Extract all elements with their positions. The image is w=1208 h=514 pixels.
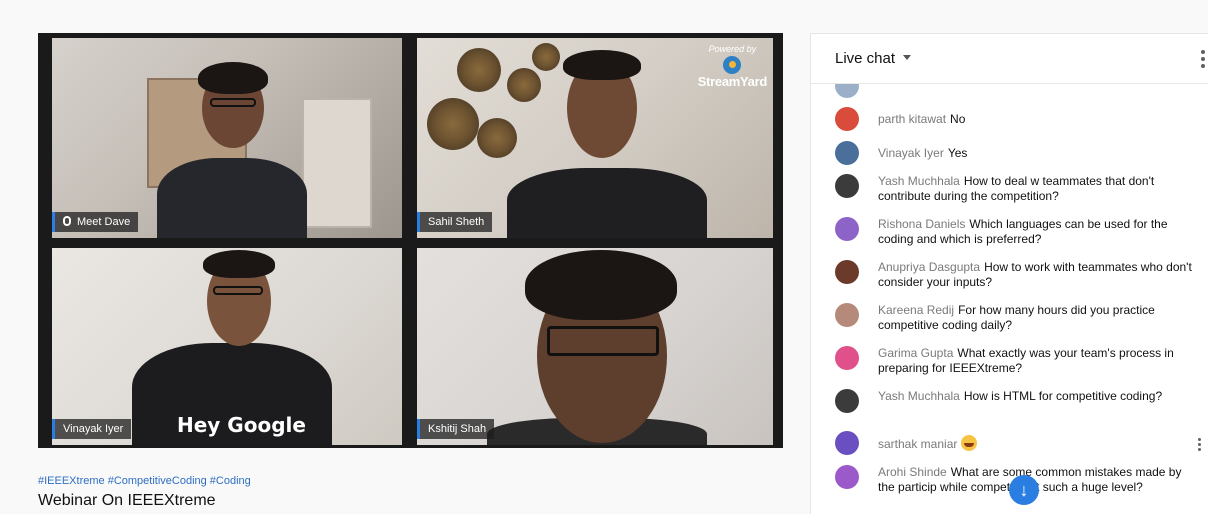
glasses	[547, 326, 659, 356]
video-tile-sahil-sheth: Powered by StreamYard Sahil Sheth	[417, 38, 773, 238]
wall-decor	[477, 118, 517, 158]
message-author[interactable]: Yash Muchhala	[878, 389, 960, 403]
wall-decor	[507, 68, 541, 102]
background-wardrobe	[302, 98, 372, 228]
video-tile-meet-dave: Meet Dave	[52, 38, 402, 238]
person-body	[157, 158, 307, 238]
video-hashtags[interactable]: #IEEEXtreme #CompetitiveCoding #Coding	[38, 475, 251, 487]
glasses	[213, 286, 263, 295]
video-title: Webinar On IEEEXtreme	[38, 492, 216, 509]
name-tag: Meet Dave	[52, 212, 139, 232]
wall-decor	[532, 43, 560, 71]
message-text: No	[950, 112, 966, 126]
avatar	[835, 260, 859, 284]
message-author[interactable]: Vinayak Iyer	[878, 146, 944, 160]
streamyard-logo-icon	[723, 56, 742, 74]
wall-decor	[427, 98, 479, 150]
avatar	[835, 141, 859, 165]
person-hair	[525, 250, 677, 320]
wall-decor	[457, 48, 501, 92]
message-author[interactable]: Rishona Daniels	[878, 217, 965, 231]
message-menu-icon[interactable]	[1198, 438, 1202, 454]
name-tag: Vinayak Iyer	[52, 419, 132, 439]
arrow-down-icon: ↓	[1019, 480, 1029, 500]
video-tile-kshitij-shah: Kshitij Shah	[417, 248, 773, 445]
powered-by-label: Powered by	[708, 44, 757, 54]
avatar	[835, 217, 859, 241]
scroll-to-bottom-button[interactable]: ↓	[1009, 475, 1039, 505]
avatar	[835, 346, 859, 370]
message-author[interactable]: sarthak maniar	[878, 437, 957, 451]
avatar	[835, 303, 859, 327]
glasses	[210, 98, 256, 107]
laughing-emoji-icon	[961, 435, 978, 451]
message-author[interactable]: Garima Gupta	[878, 346, 953, 360]
person-hair	[203, 250, 275, 278]
person-hair	[198, 62, 268, 94]
message-author[interactable]: parth kitawat	[878, 112, 946, 126]
participant-name: Vinayak Iyer	[63, 423, 124, 435]
live-chat-panel: Live chat parth kitawat No Vinayak Iyer Ye…	[810, 33, 1208, 514]
message-author[interactable]: Arohi Shinde	[878, 465, 947, 479]
avatar	[835, 465, 859, 489]
avatar	[835, 431, 859, 455]
message-text: How is HTML for competitive coding?	[963, 389, 1163, 403]
streamyard-badge: Powered by StreamYard	[697, 44, 768, 89]
message-text: Yes	[947, 146, 968, 160]
message-author[interactable]: Yash Muchhala	[878, 174, 960, 188]
participant-name: Meet Dave	[77, 216, 131, 228]
participant-name: Sahil Sheth	[428, 216, 485, 228]
message-author[interactable]: Anupriya Dasgupta	[878, 260, 980, 274]
participant-name: Kshitij Shah	[428, 423, 487, 435]
brand-label: StreamYard	[697, 74, 768, 89]
shirt-print: Hey Google	[177, 413, 306, 437]
video-tile-vinayak-iyer: Hey Google Vinayak Iyer	[52, 248, 402, 445]
mic-icon	[63, 216, 71, 226]
chat-header: Live chat	[811, 34, 1208, 84]
person-body	[507, 168, 707, 238]
message-author[interactable]: Kareena Redij	[878, 303, 954, 317]
page: Meet Dave Powered by StreamYard Sahil Sh…	[0, 0, 1208, 514]
avatar	[835, 107, 859, 131]
person-hair	[563, 50, 641, 80]
more-options-icon[interactable]	[1201, 50, 1205, 68]
name-tag: Sahil Sheth	[417, 212, 493, 232]
avatar	[835, 389, 859, 413]
name-tag: Kshitij Shah	[417, 419, 495, 439]
chat-title: Live chat	[835, 50, 896, 67]
avatar	[835, 174, 859, 198]
chat-mode-dropdown[interactable]: Live chat	[835, 50, 912, 67]
chevron-down-icon	[903, 55, 912, 60]
